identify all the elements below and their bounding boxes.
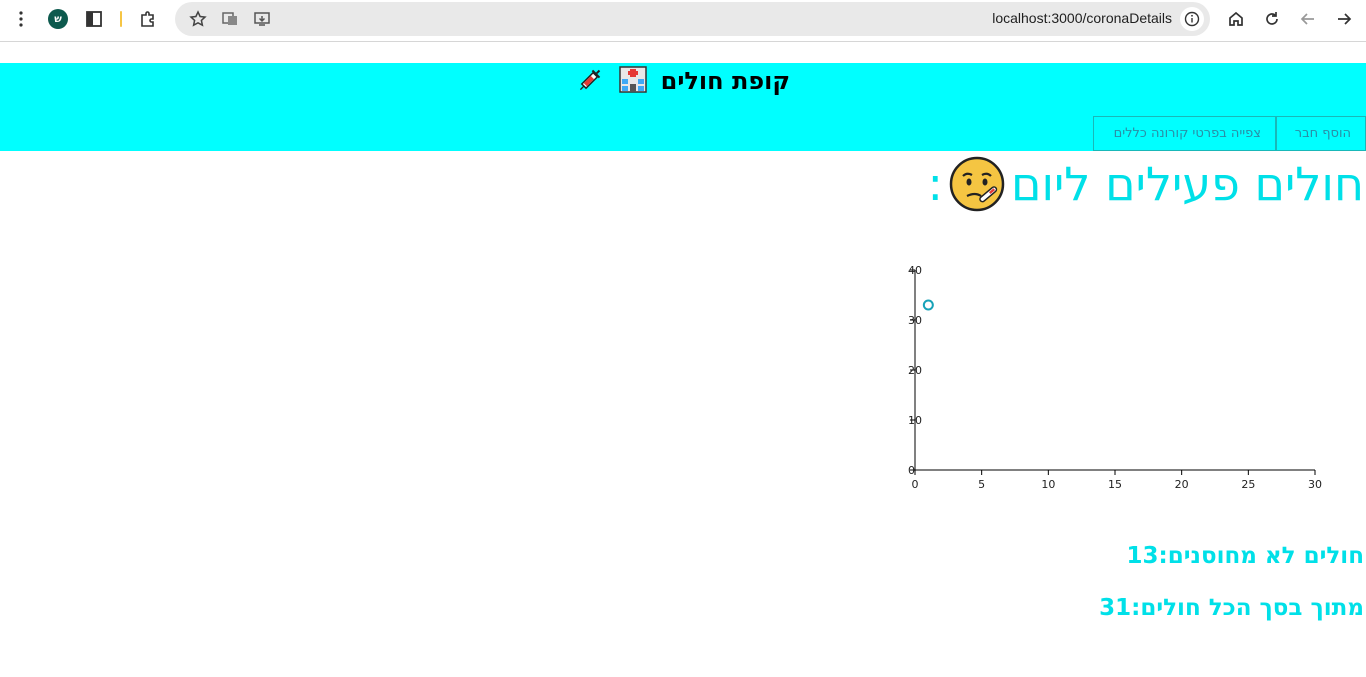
y-tick-label: 30 bbox=[908, 314, 922, 327]
app-title: קופת חולים bbox=[660, 67, 791, 95]
total-count: מתוך בסך הכל חולים:31 bbox=[1099, 595, 1364, 621]
app-header: קופת חולים הוסף חבר צפייה בפרטי קורונה כ… bbox=[0, 63, 1366, 151]
x-tick-label: 25 bbox=[1241, 478, 1255, 491]
reload-icon[interactable] bbox=[1259, 6, 1285, 32]
site-info-icon[interactable] bbox=[1180, 7, 1204, 31]
url-text: localhost:3000/coronaDetails bbox=[992, 10, 1172, 26]
corona-details-button[interactable]: צפייה בפרטי קורונה כללים bbox=[1093, 116, 1276, 151]
bookmark-star-icon[interactable] bbox=[188, 9, 208, 29]
unvaccinated-count: חולים לא מחוסנים:13 bbox=[1126, 543, 1364, 569]
x-tick-label: 15 bbox=[1108, 478, 1122, 491]
page-title-suffix: : bbox=[927, 157, 943, 211]
app-title-row: קופת חולים bbox=[0, 65, 1366, 95]
sidebar-toggle-icon[interactable] bbox=[81, 6, 107, 32]
sick-face-icon bbox=[949, 156, 1005, 212]
extensions-icon[interactable] bbox=[135, 6, 161, 32]
scatter-chart: 0 5 10 15 20 25 30 0 10 20 30 40 bbox=[908, 264, 1322, 491]
y-tick-label: 10 bbox=[908, 414, 922, 427]
profile-avatar[interactable]: ש bbox=[48, 9, 68, 29]
page-title-text: חולים פעילים ליום bbox=[1010, 157, 1364, 211]
install-app-icon[interactable] bbox=[252, 9, 272, 29]
browser-toolbar: ש localhost:3000/coronaDetails bbox=[0, 0, 1366, 42]
x-tick-label: 10 bbox=[1041, 478, 1055, 491]
translate-icon[interactable] bbox=[220, 9, 240, 29]
menu-dots-icon[interactable] bbox=[8, 6, 34, 32]
forward-arrow-icon[interactable] bbox=[1331, 6, 1357, 32]
add-member-button[interactable]: הוסף חבר bbox=[1276, 116, 1366, 151]
y-tick-label: 40 bbox=[908, 264, 922, 277]
toolbar-separator bbox=[120, 11, 122, 27]
syringe-icon bbox=[579, 69, 601, 91]
back-arrow-icon[interactable] bbox=[1295, 6, 1321, 32]
x-tick-label: 5 bbox=[978, 478, 985, 491]
address-bar[interactable]: localhost:3000/coronaDetails bbox=[175, 2, 1210, 36]
active-cases-chart: 0 5 10 15 20 25 30 0 10 20 30 40 bbox=[890, 258, 1330, 498]
x-tick-label: 20 bbox=[1175, 478, 1189, 491]
y-tick-label: 20 bbox=[908, 364, 922, 377]
x-tick-label: 0 bbox=[912, 478, 919, 491]
home-icon[interactable] bbox=[1223, 6, 1249, 32]
page-title: חולים פעילים ליום : bbox=[927, 156, 1364, 212]
data-point bbox=[922, 299, 934, 311]
y-tick-label: 0 bbox=[908, 464, 915, 477]
x-tick-label: 30 bbox=[1308, 478, 1322, 491]
hospital-icon bbox=[619, 66, 648, 93]
